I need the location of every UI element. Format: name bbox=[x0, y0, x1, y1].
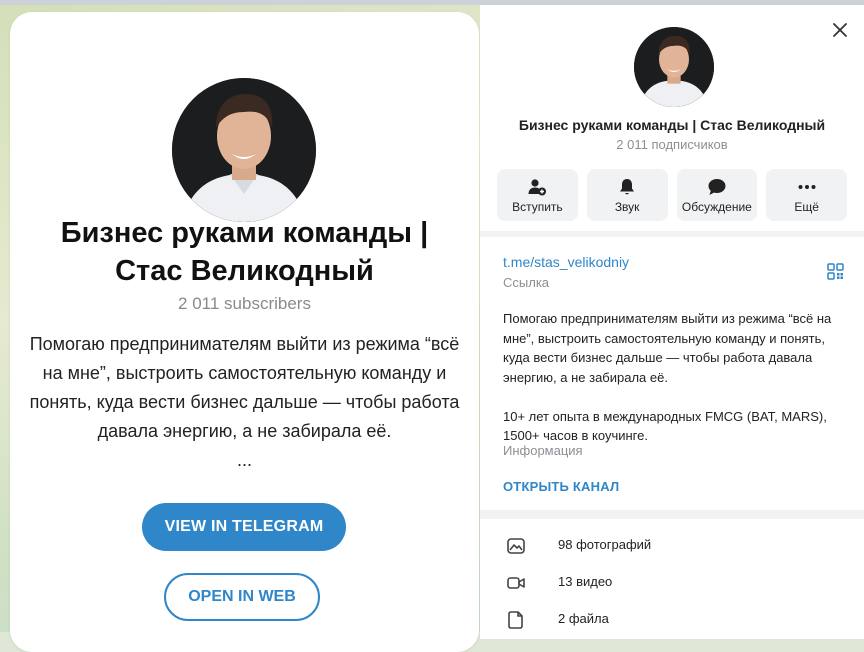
link-label: Ссылка bbox=[503, 275, 550, 290]
description-paragraph-2: 10+ лет опыта в международных FMCG (BAT,… bbox=[503, 408, 827, 444]
chat-bubble-icon bbox=[708, 179, 726, 195]
photos-count: 98 фотографий bbox=[558, 537, 652, 552]
open-in-web-button[interactable]: OPEN IN WEB bbox=[164, 573, 320, 621]
photo-icon bbox=[507, 538, 525, 554]
shared-media-list: 98 фотографий 13 видео 2 файла bbox=[480, 519, 864, 639]
file-icon bbox=[508, 611, 523, 629]
channel-info-panel: Бизнес руками команды | Стас Великодный … bbox=[480, 5, 864, 639]
view-in-telegram-button[interactable]: VIEW IN TELEGRAM bbox=[142, 503, 346, 551]
more-dots-icon bbox=[798, 185, 816, 189]
discussion-button[interactable]: Обсуждение bbox=[676, 169, 758, 221]
panel-description: Помогаю предпринимателям выйти из режима… bbox=[503, 309, 848, 446]
channel-title: Бизнес руками команды | Стас Великодный bbox=[60, 217, 429, 287]
more-label: Ещё bbox=[794, 200, 819, 214]
media-row-videos[interactable]: 13 видео bbox=[480, 564, 864, 601]
join-icon bbox=[528, 179, 547, 196]
qr-code-icon[interactable] bbox=[827, 263, 844, 280]
bell-icon bbox=[620, 179, 635, 195]
panel-header: Бизнес руками команды | Стас Великодный … bbox=[480, 5, 864, 231]
channel-description: Помогаю предпринимателям выйти из режима… bbox=[24, 330, 465, 475]
open-channel-link[interactable]: ОТКРЫТЬ КАНАЛ bbox=[503, 479, 619, 494]
channel-preview-card: Бизнес руками команды | Стас Великодный … bbox=[10, 12, 479, 652]
files-count: 2 файла bbox=[558, 611, 609, 626]
media-row-files[interactable]: 2 файла bbox=[480, 601, 864, 638]
info-label: Информация bbox=[503, 443, 583, 458]
join-label: Вступить bbox=[512, 200, 563, 214]
videos-count: 13 видео bbox=[558, 574, 613, 589]
description-text: Помогаю предпринимателям выйти из режима… bbox=[29, 334, 460, 441]
channel-link[interactable]: t.me/stas_velikodniy bbox=[503, 254, 629, 270]
subscriber-count: 2 011 subscribers bbox=[178, 294, 311, 313]
panel-avatar bbox=[634, 27, 714, 107]
video-icon bbox=[507, 577, 525, 589]
more-button[interactable]: Ещё bbox=[766, 169, 847, 221]
sound-button[interactable]: Звук bbox=[586, 169, 668, 221]
panel-subscriber-count: 2 011 подписчиков bbox=[616, 137, 728, 152]
media-row-photos[interactable]: 98 фотографий bbox=[480, 527, 864, 564]
action-buttons: Вступить Звук Обсуждение Ещё bbox=[497, 169, 847, 221]
join-button[interactable]: Вступить bbox=[497, 169, 578, 221]
info-section: t.me/stas_velikodniy Ссылка Помогаю пред… bbox=[480, 237, 864, 510]
description-ellipsis: ... bbox=[236, 450, 252, 470]
panel-title: Бизнес руками команды | Стас Великодный bbox=[518, 117, 826, 133]
close-icon[interactable] bbox=[830, 20, 850, 40]
channel-avatar bbox=[172, 78, 316, 222]
sound-label: Звук bbox=[614, 200, 640, 214]
description-paragraph-1: Помогаю предпринимателям выйти из режима… bbox=[503, 311, 832, 385]
discussion-label: Обсуждение bbox=[681, 200, 752, 214]
